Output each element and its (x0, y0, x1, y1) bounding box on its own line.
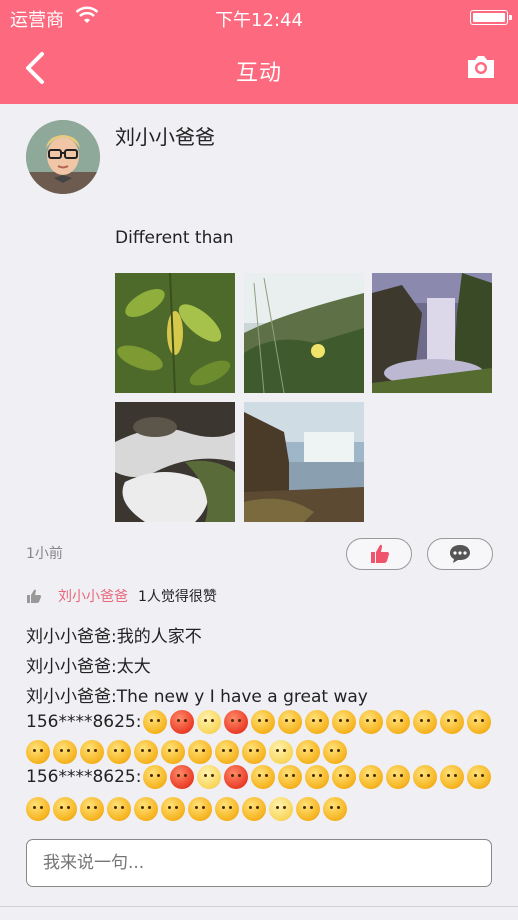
emoji-icon (305, 710, 330, 734)
emoji-icon (359, 765, 384, 789)
emoji-icon (440, 765, 465, 789)
page-title: 互动 (235, 61, 282, 86)
status-time: 下午12:44 (215, 10, 303, 31)
emoji-icon (80, 740, 104, 764)
comment-author: 156****8625: (26, 712, 142, 732)
divider (0, 906, 518, 907)
comment-item: 刘小小爸爸:太大 (26, 657, 151, 677)
comment-button[interactable] (427, 538, 493, 570)
comment-author: 156****8625: (26, 767, 142, 787)
emoji-icon (224, 710, 249, 734)
post-photo-waterfall-lake[interactable] (244, 402, 364, 522)
emoji-icon (332, 710, 357, 734)
emoji-icon (143, 765, 168, 789)
emoji-icon (134, 797, 158, 821)
post-photo-leaf[interactable] (115, 273, 235, 393)
emoji-icon (134, 740, 158, 764)
avatar[interactable] (26, 120, 100, 194)
emoji-icon (188, 797, 212, 821)
post-photo-waterfall[interactable] (372, 273, 492, 393)
emoji-icon (170, 765, 195, 789)
emoji-icon (242, 797, 266, 821)
child-portrait-image (26, 120, 100, 194)
emoji-icon (440, 710, 465, 734)
post-text: Different than (115, 228, 234, 248)
emoji-icon (224, 765, 249, 789)
emoji-icon (359, 710, 384, 734)
emoji-icon (53, 740, 77, 764)
thumbs-up-icon (371, 544, 389, 563)
emoji-icon (278, 710, 303, 734)
emoji-icon (323, 797, 347, 821)
post-photo-grass-flower[interactable] (244, 273, 364, 393)
emoji-icon (143, 710, 168, 734)
emoji-icon (80, 797, 104, 821)
comment-item: 刘小小爸爸:我的人家不 (26, 627, 202, 647)
emoji-icon (269, 797, 293, 821)
app-header: 运营商 下午12:44 互动 (0, 0, 518, 104)
speech-bubble-icon (450, 545, 470, 563)
emoji-icon (413, 710, 438, 734)
emoji-icon (107, 797, 131, 821)
emoji-icon (296, 797, 320, 821)
emoji-icon (161, 797, 185, 821)
emoji-icon (242, 740, 266, 764)
emoji-icon (296, 740, 320, 764)
emoji-icon (26, 797, 50, 821)
emoji-row (26, 796, 350, 822)
likes-count-text: 1人觉得很赞 (138, 589, 217, 605)
post-photo-stream-rocks[interactable] (115, 402, 235, 522)
emoji-icon (215, 797, 239, 821)
emoji-icon (305, 765, 330, 789)
likes-summary: 刘小小爸爸 1人觉得很赞 (26, 586, 217, 606)
comment-item: 156****8625: (26, 709, 494, 735)
comment-item: 156****8625: (26, 764, 494, 790)
comment-item: 刘小小爸爸:The new y I have a great way (26, 687, 368, 707)
thumbs-up-icon (27, 589, 41, 603)
emoji-icon (26, 740, 50, 764)
emoji-icon (386, 710, 411, 734)
emoji-icon (170, 710, 195, 734)
comment-input[interactable] (26, 839, 492, 887)
battery-icon (470, 10, 512, 25)
emoji-icon (467, 765, 492, 789)
emoji-icon (107, 740, 131, 764)
emoji-icon (197, 710, 222, 734)
post-time: 1小前 (26, 546, 63, 562)
post-author[interactable]: 刘小小爸爸 (115, 121, 215, 150)
emoji-icon (161, 740, 185, 764)
emoji-icon (53, 797, 77, 821)
emoji-icon (269, 740, 293, 764)
emoji-icon (251, 710, 276, 734)
emoji-row (26, 739, 350, 765)
emoji-icon (215, 740, 239, 764)
emoji-icon (323, 740, 347, 764)
emoji-icon (251, 765, 276, 789)
nav-bar: 互动 (0, 36, 518, 104)
liker-name[interactable]: 刘小小爸爸 (58, 586, 128, 606)
camera-icon[interactable] (466, 54, 496, 80)
emoji-icon (332, 765, 357, 789)
emoji-icon (467, 710, 492, 734)
status-bar: 运营商 下午12:44 (0, 0, 518, 36)
emoji-icon (413, 765, 438, 789)
like-button[interactable] (346, 538, 412, 570)
emoji-icon (188, 740, 212, 764)
emoji-icon (386, 765, 411, 789)
emoji-icon (278, 765, 303, 789)
emoji-icon (197, 765, 222, 789)
